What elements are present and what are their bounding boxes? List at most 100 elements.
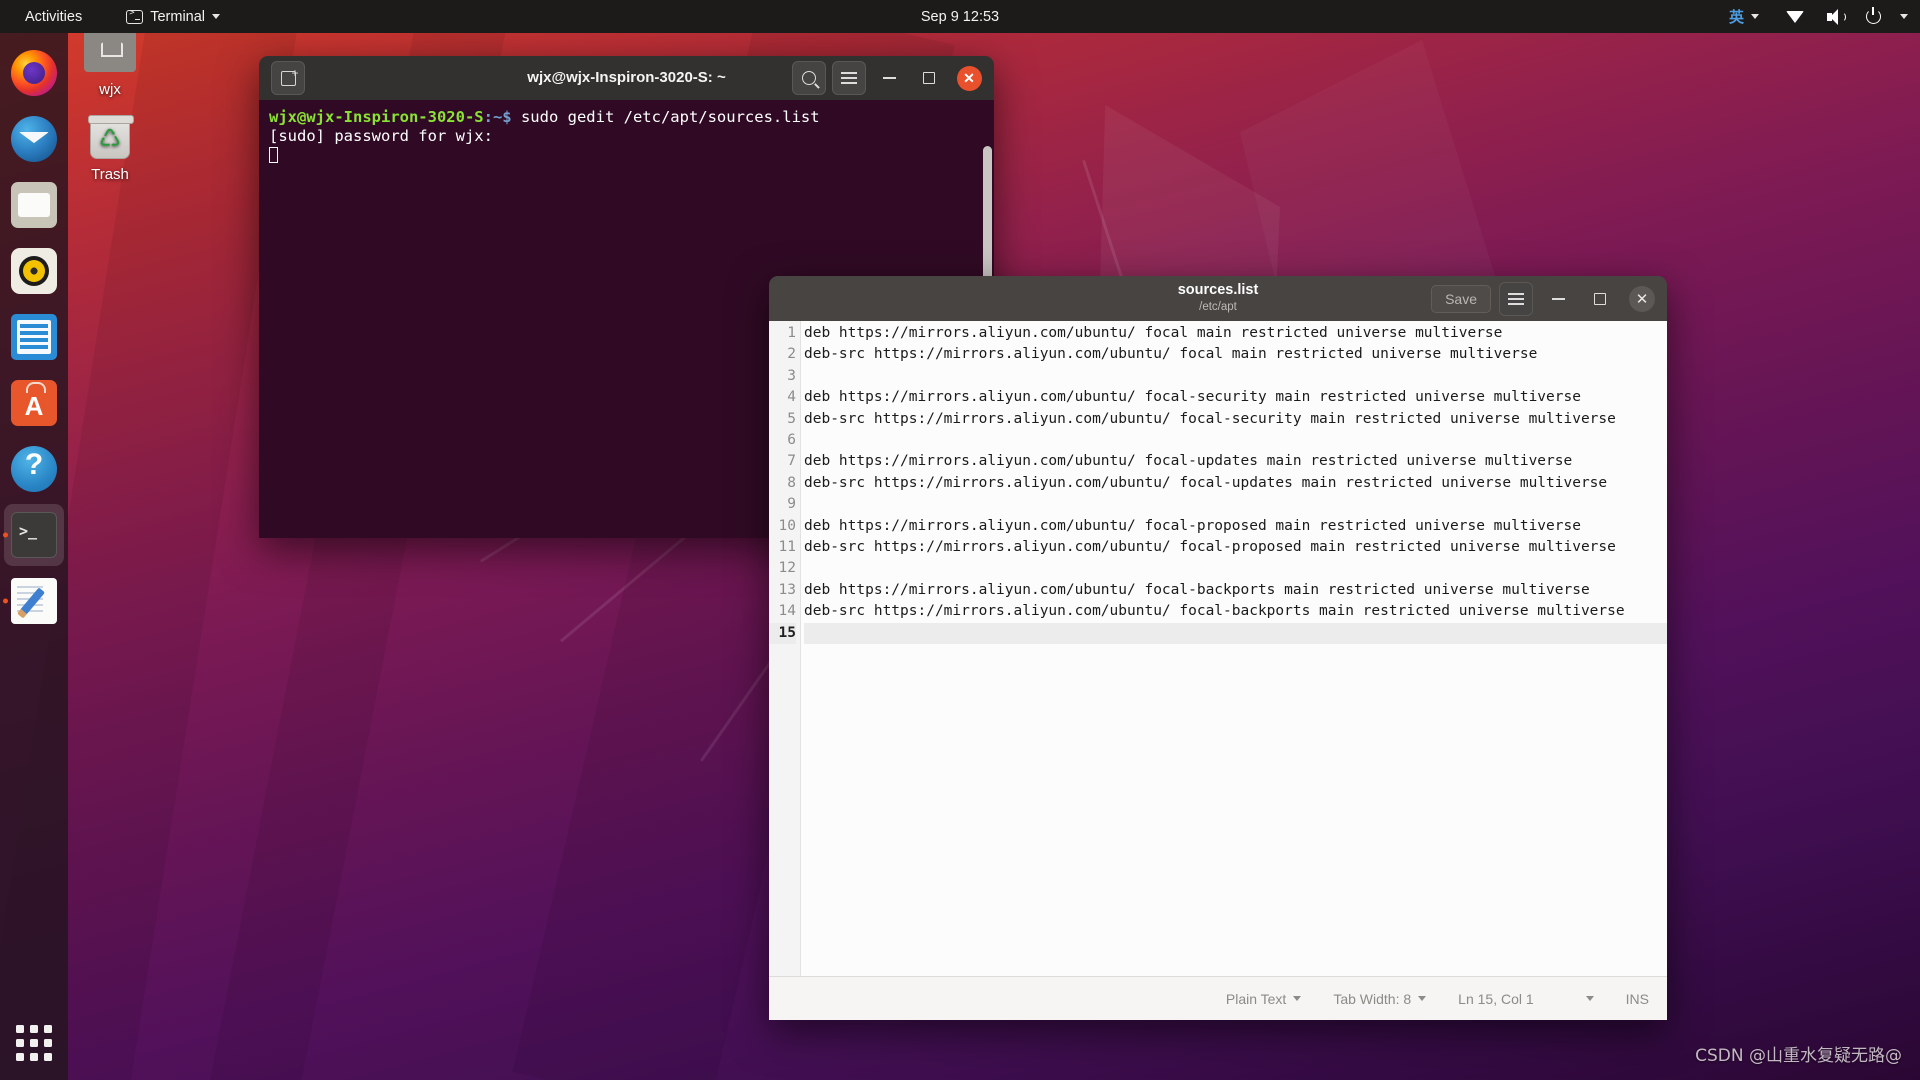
cursor-position[interactable]: Ln 15, Col 1 [1442,991,1610,1007]
terminal-prompt-user: wjx@wjx-Inspiron-3020-S [269,108,484,126]
dock-item-firefox[interactable] [4,42,64,104]
libreoffice-icon [11,314,57,360]
system-status-area[interactable]: 英 [1729,6,1908,27]
chevron-down-icon [1586,996,1594,1001]
gedit-line[interactable]: deb-src https://mirrors.aliyun.com/ubunt… [804,473,1667,494]
app-menu-button[interactable]: Terminal [115,4,231,30]
maximize-icon [1594,293,1606,305]
chevron-down-icon[interactable] [1751,14,1759,19]
gedit-line[interactable]: deb-src https://mirrors.aliyun.com/ubunt… [804,409,1667,430]
chevron-down-icon[interactable] [1900,14,1908,19]
home-folder-icon [84,30,136,76]
gedit-line[interactable]: deb https://mirrors.aliyun.com/ubuntu/ f… [804,451,1667,472]
gedit-line[interactable] [804,623,1667,644]
terminal-output: wjx@wjx-Inspiron-3020-S:~$ sudo gedit /e… [259,100,994,173]
desktop-icon-trash[interactable]: Trash [62,115,158,183]
minimize-icon [1552,298,1565,300]
gedit-statusbar: Plain Text Tab Width: 8 Ln 15, Col 1 INS [769,976,1667,1020]
gedit-line[interactable]: deb https://mirrors.aliyun.com/ubuntu/ f… [804,580,1667,601]
clock-button[interactable]: Sep 9 12:53 [921,9,999,25]
language-label: Plain Text [1226,991,1286,1007]
app-menu-label: Terminal [150,9,205,25]
help-icon [11,446,57,492]
dock-item-ubuntu-software[interactable] [4,372,64,434]
gedit-line[interactable]: deb-src https://mirrors.aliyun.com/ubunt… [804,344,1667,365]
hamburger-icon [1508,298,1524,300]
activities-label: Activities [25,9,82,25]
terminal-maximize-button[interactable] [912,61,946,95]
gedit-text-area[interactable]: deb https://mirrors.aliyun.com/ubuntu/ f… [801,321,1667,976]
gedit-line-number: 14 [769,601,796,622]
gedit-line[interactable]: deb-src https://mirrors.aliyun.com/ubunt… [804,601,1667,622]
dock-item-terminal[interactable] [4,504,64,566]
terminal-prompt-path: :~$ [484,108,521,126]
gedit-line[interactable]: deb https://mirrors.aliyun.com/ubuntu/ f… [804,387,1667,408]
gedit-line-number: 6 [769,430,796,451]
desktop-icon-home[interactable]: wjx [62,30,158,98]
desktop-icon-label: Trash [91,166,129,183]
gedit-line[interactable] [804,558,1667,579]
chevron-down-icon [1418,996,1426,1001]
chevron-down-icon [212,14,220,19]
dock [0,33,68,1080]
new-tab-button[interactable] [271,61,305,95]
gedit-line[interactable]: deb https://mirrors.aliyun.com/ubuntu/ f… [804,323,1667,344]
files-icon [11,182,57,228]
dock-item-libreoffice[interactable] [4,306,64,368]
chevron-down-icon [1293,996,1301,1001]
dock-item-rhythmbox[interactable] [4,240,64,302]
gedit-menu-button[interactable] [1499,282,1533,316]
gedit-line-number: 9 [769,494,796,515]
gedit-line-number: 3 [769,366,796,387]
new-tab-icon [281,71,296,86]
close-icon: ✕ [1629,286,1655,312]
gedit-editor[interactable]: 123456789101112131415 deb https://mirror… [769,321,1667,976]
gedit-line[interactable]: deb-src https://mirrors.aliyun.com/ubunt… [804,537,1667,558]
terminal-menu-button[interactable] [832,61,866,95]
terminal-password-prompt: [sudo] password for wjx: [269,127,493,145]
gedit-maximize-button[interactable] [1583,282,1617,316]
terminal-minimize-button[interactable] [872,61,906,95]
tab-width-label: Tab Width: 8 [1333,991,1411,1007]
gedit-line[interactable] [804,430,1667,451]
rhythmbox-icon [11,248,57,294]
terminal-cursor [269,147,278,163]
gedit-minimize-button[interactable] [1541,282,1575,316]
desktop-icon-label: wjx [99,81,121,98]
gedit-window[interactable]: sources.list /etc/apt Save ✕ 12345678910… [769,276,1667,1020]
terminal-icon [11,512,57,558]
input-method-label[interactable]: 英 [1729,6,1744,27]
gedit-line[interactable] [804,494,1667,515]
terminal-close-button[interactable]: ✕ [952,61,986,95]
save-button[interactable]: Save [1431,285,1491,313]
wifi-icon [1786,11,1804,23]
gedit-line-numbers: 123456789101112131415 [769,321,801,976]
gedit-line-number: 13 [769,580,796,601]
gedit-line-number: 15 [769,623,796,644]
gedit-line-number: 2 [769,344,796,365]
dock-item-gedit[interactable] [4,570,64,632]
insert-mode: INS [1610,991,1653,1007]
gedit-line-number: 4 [769,387,796,408]
ubuntu-software-icon [11,380,57,426]
language-selector[interactable]: Plain Text [1210,991,1317,1007]
close-icon: ✕ [957,66,982,91]
activities-button[interactable]: Activities [14,4,93,30]
show-applications-button[interactable] [0,1012,68,1074]
gedit-line[interactable]: deb https://mirrors.aliyun.com/ubuntu/ f… [804,516,1667,537]
dock-item-thunderbird[interactable] [4,108,64,170]
gedit-line-number: 12 [769,558,796,579]
terminal-titlebar[interactable]: wjx@wjx-Inspiron-3020-S: ~ ✕ [259,56,994,100]
dock-item-files[interactable] [4,174,64,236]
gedit-line[interactable] [804,366,1667,387]
firefox-icon [11,50,57,96]
terminal-search-button[interactable] [792,61,826,95]
gedit-close-button[interactable]: ✕ [1625,282,1659,316]
tab-width-selector[interactable]: Tab Width: 8 [1317,991,1442,1007]
dock-item-help[interactable] [4,438,64,500]
volume-icon [1827,9,1845,25]
gedit-line-number: 10 [769,516,796,537]
trash-icon [84,115,136,161]
gedit-line-number: 11 [769,537,796,558]
gedit-titlebar[interactable]: sources.list /etc/apt Save ✕ [769,276,1667,321]
